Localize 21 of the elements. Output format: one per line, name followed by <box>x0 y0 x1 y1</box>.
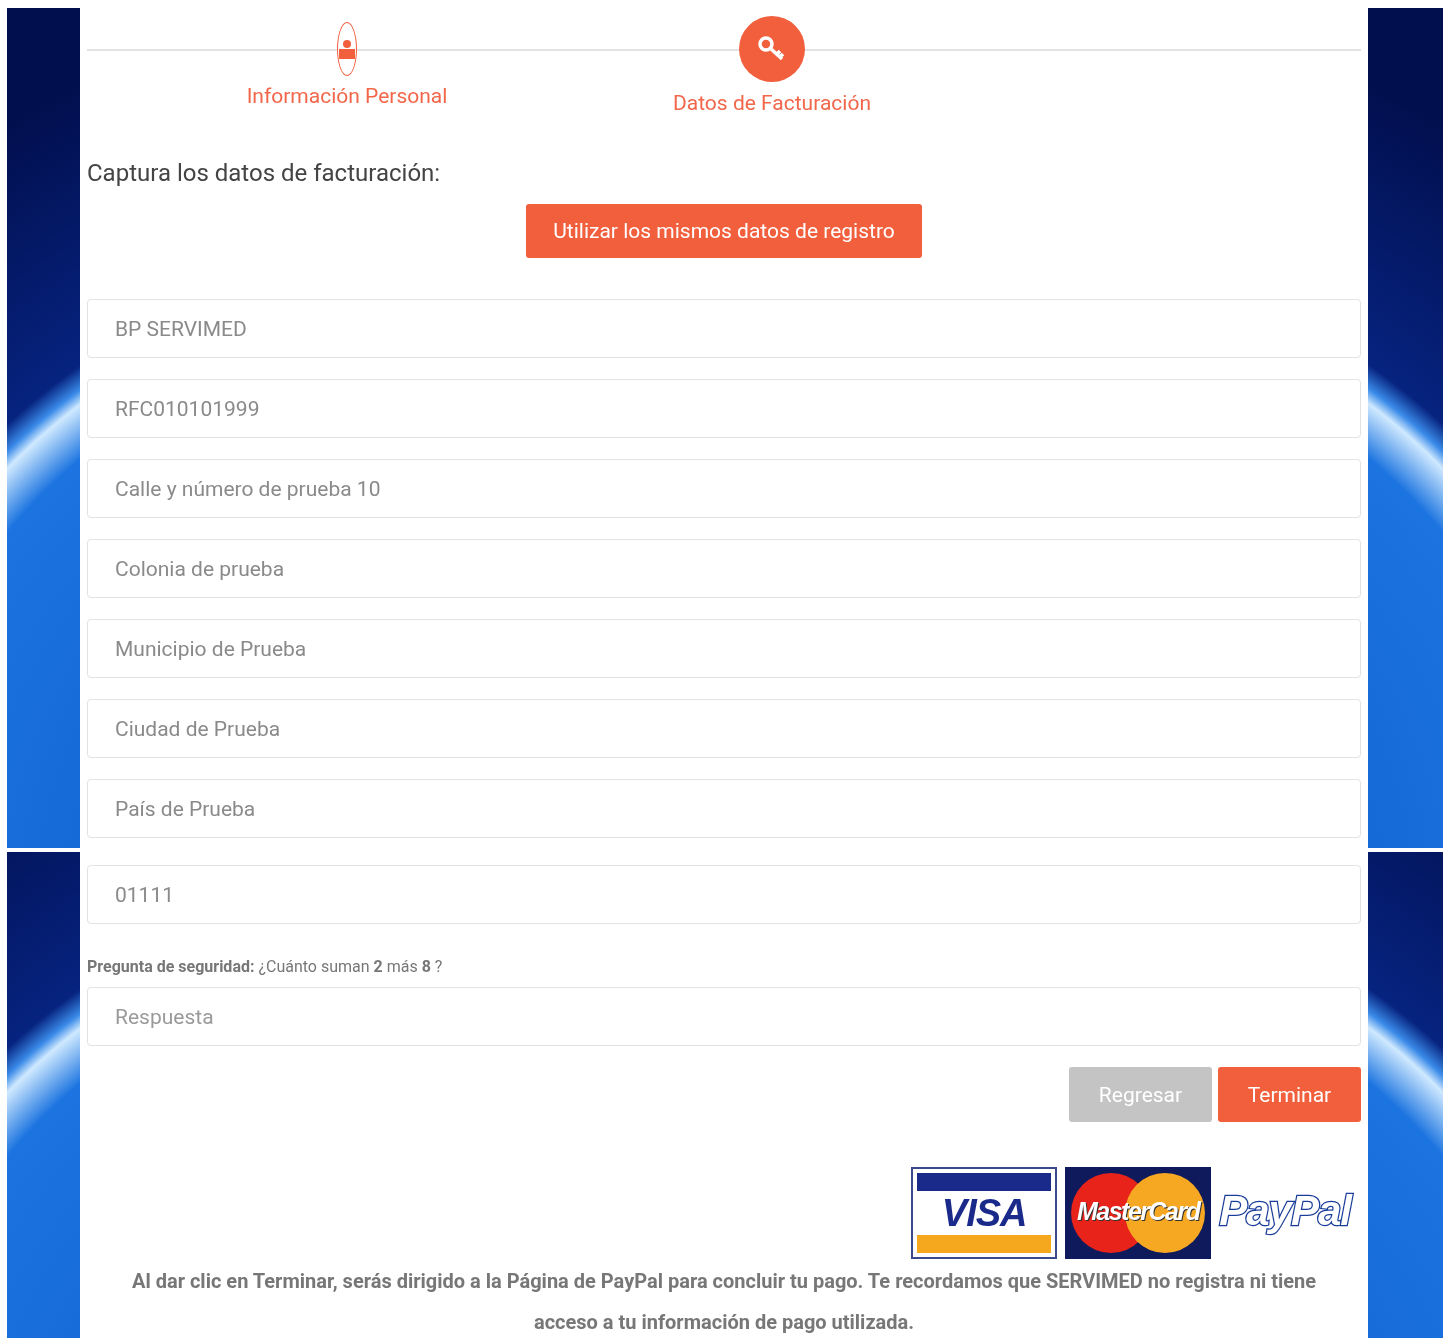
step-label: Información Personal <box>246 84 448 108</box>
key-icon <box>758 36 786 62</box>
instruction-text: Captura los datos de facturación: <box>87 158 442 188</box>
input-field[interactable]: Respuesta <box>87 987 1361 1046</box>
copy-data-button[interactable]: Utilizar los mismos datos de registro <box>526 204 922 258</box>
step-label: Datos de Facturación <box>673 91 871 115</box>
person-icon <box>339 39 355 59</box>
back-button[interactable]: Regresar <box>1069 1067 1212 1122</box>
security-question: Pregunta de seguridad: ¿Cuánto suman 2 más 8 ? <box>87 957 444 977</box>
input-field[interactable]: Ciudad de Prueba <box>87 699 1361 758</box>
input-field[interactable]: Colonia de prueba <box>87 539 1361 598</box>
input-field[interactable]: RFC010101999 <box>87 379 1361 438</box>
input-field[interactable]: Calle y número de prueba 10 <box>87 459 1361 518</box>
input-field[interactable]: Municipio de Prueba <box>87 619 1361 678</box>
payment-notice: Al dar clic en Terminar, serás dirigido a la Página de PayPal para concluir tu pago. Te recordamos que SERVIMED no registra ni tiene acceso a tu información de pago utilizada. <box>130 1268 1318 1336</box>
input-field[interactable]: BP SERVIMED <box>87 299 1361 358</box>
step-marker[interactable] <box>337 22 357 76</box>
input-field[interactable]: 01111 <box>87 865 1361 924</box>
input-field[interactable]: País de Prueba <box>87 779 1361 838</box>
finish-button[interactable]: Terminar <box>1218 1067 1361 1122</box>
card-logo: VISA <box>911 1167 1058 1259</box>
